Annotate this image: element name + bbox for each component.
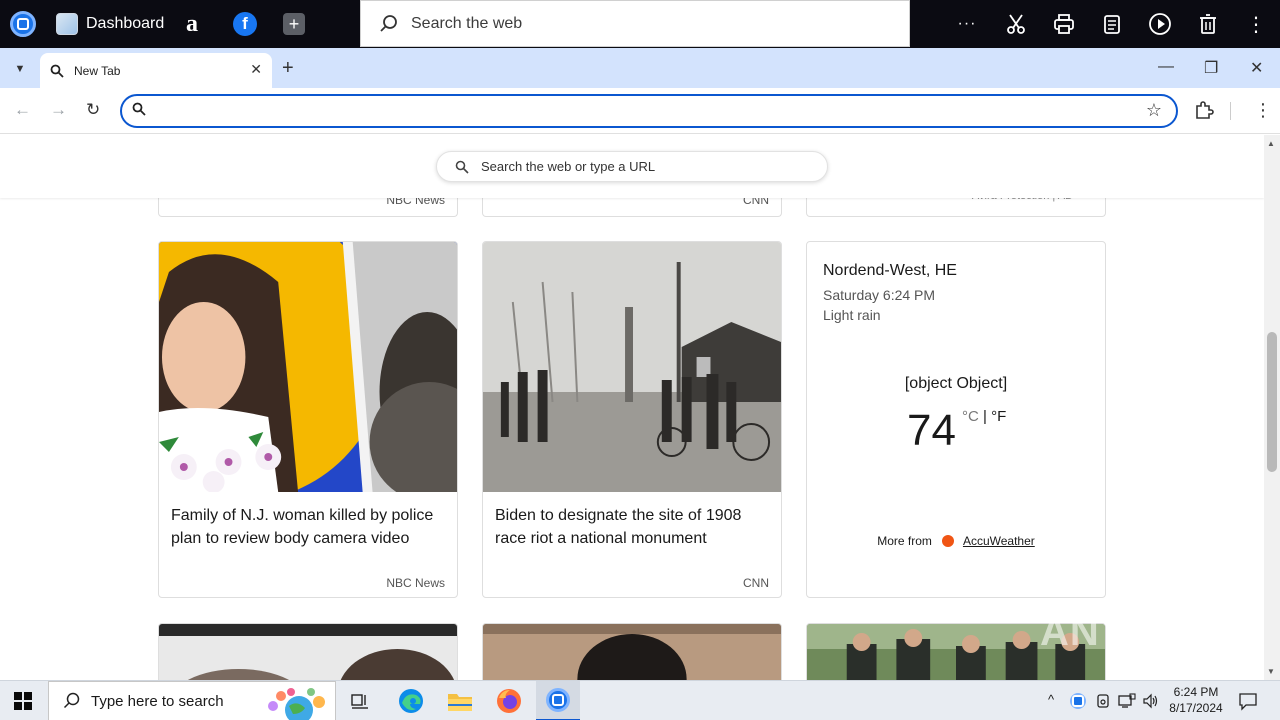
print-icon[interactable] bbox=[1052, 12, 1076, 36]
accuweather-logo-icon bbox=[941, 535, 954, 547]
clock-date: 8/17/2024 bbox=[1169, 701, 1223, 715]
browser-taskbar-icon[interactable] bbox=[536, 681, 580, 720]
tab-title: New Tab bbox=[74, 63, 121, 78]
page-header: Search the web or type a URL bbox=[0, 135, 1264, 198]
search-icon bbox=[380, 14, 397, 32]
dashboard-label: Dashboard bbox=[86, 15, 165, 32]
card-source: NBC News bbox=[386, 576, 445, 590]
taskbar-search-box[interactable]: Type here to search bbox=[48, 681, 336, 720]
tray-device-icon[interactable] bbox=[1095, 693, 1111, 709]
volume-icon[interactable] bbox=[1142, 693, 1160, 709]
tab-close-icon[interactable]: ✕ bbox=[250, 61, 262, 78]
windows-taskbar: Type here to search ^ 6:24 PM 8/17/2024 bbox=[0, 680, 1280, 720]
file-explorer-icon[interactable] bbox=[445, 686, 475, 716]
tray-chevron-icon[interactable]: ^ bbox=[1048, 692, 1054, 707]
address-bar[interactable]: ☆ bbox=[120, 94, 1178, 128]
taskbar-search-placeholder: Type here to search bbox=[91, 692, 224, 710]
reload-button[interactable]: ↻ bbox=[86, 100, 100, 120]
amazon-icon[interactable]: a bbox=[186, 8, 198, 40]
extensions-icon[interactable] bbox=[1194, 100, 1214, 120]
weather-card[interactable]: Nordend-West, HE Saturday 6:24 PM Light … bbox=[806, 241, 1106, 598]
firefox-icon[interactable] bbox=[494, 686, 524, 716]
launcher-bar: Dashboard a f + Search the web ··· ⋮ bbox=[0, 0, 1280, 48]
news-image bbox=[483, 242, 781, 492]
browser-menu-icon[interactable]: ⋮ bbox=[1254, 100, 1272, 120]
search-icon bbox=[50, 64, 64, 78]
back-button[interactable]: ← bbox=[14, 100, 31, 120]
news-image bbox=[483, 624, 781, 680]
trash-icon[interactable] bbox=[1196, 12, 1220, 36]
news-card[interactable]: Family of N.J. woman killed by police pl… bbox=[158, 241, 458, 598]
dashboard-icon bbox=[56, 13, 78, 35]
taskbar-clock[interactable]: 6:24 PM 8/17/2024 bbox=[1164, 684, 1228, 716]
restore-button[interactable]: ❐ bbox=[1204, 58, 1218, 78]
anyrun-watermark: ANY RUN bbox=[1040, 610, 1229, 654]
clipboard-icon[interactable] bbox=[1100, 12, 1124, 36]
scissors-icon[interactable] bbox=[1004, 12, 1028, 36]
scroll-up-icon[interactable]: ▲ bbox=[1267, 139, 1275, 148]
news-image bbox=[159, 624, 457, 680]
app-logo-icon[interactable] bbox=[10, 8, 36, 40]
network-icon[interactable] bbox=[1118, 693, 1136, 709]
launcher-search-label: Search the web bbox=[411, 14, 523, 32]
search-highlight-icon bbox=[268, 688, 325, 720]
bookmark-star-icon[interactable]: ☆ bbox=[1146, 100, 1162, 121]
launcher-search-box[interactable]: Search the web bbox=[360, 0, 910, 47]
news-card[interactable]: Biden to designate the site of 1908 race… bbox=[482, 241, 782, 598]
notifications-icon[interactable] bbox=[1238, 691, 1258, 711]
edge-icon[interactable] bbox=[396, 686, 426, 716]
facebook-icon[interactable]: f bbox=[233, 8, 257, 40]
weather-time: Saturday 6:24 PM bbox=[823, 287, 936, 303]
fahrenheit-toggle[interactable]: °F bbox=[991, 408, 1006, 425]
weather-location: Nordend-West, HE bbox=[823, 262, 957, 279]
page-search-placeholder: Search the web or type a URL bbox=[481, 159, 656, 174]
weather-object-text: [object Object] bbox=[904, 375, 1008, 392]
close-window-button[interactable]: ✕ bbox=[1250, 58, 1263, 78]
accuweather-link[interactable]: AccuWeather bbox=[963, 534, 1035, 548]
add-shortcut-button[interactable]: + bbox=[283, 8, 305, 40]
tab-search-dropdown-icon[interactable]: ▼ bbox=[8, 57, 32, 81]
clock-time: 6:24 PM bbox=[1173, 685, 1219, 699]
forward-button[interactable]: → bbox=[50, 100, 67, 120]
weather-condition: Light rain bbox=[823, 307, 881, 323]
weather-attribution: More from AccuWeather bbox=[807, 534, 1105, 548]
weather-temperature: 74 bbox=[907, 406, 956, 455]
news-card[interactable] bbox=[158, 623, 458, 680]
search-icon bbox=[455, 160, 469, 174]
minimize-button[interactable]: — bbox=[1158, 58, 1174, 76]
task-view-icon[interactable] bbox=[345, 686, 375, 716]
more-icon[interactable]: ··· bbox=[955, 12, 979, 36]
unit-separator: | bbox=[978, 408, 992, 425]
scrollbar-thumb[interactable] bbox=[1267, 332, 1277, 472]
search-icon bbox=[132, 102, 146, 116]
card-source: CNN bbox=[743, 576, 769, 590]
toolbar-divider bbox=[1230, 102, 1231, 120]
card-headline[interactable]: Biden to designate the site of 1908 race… bbox=[495, 504, 775, 550]
tab-strip: ▼ New Tab ✕ + — ❐ ✕ bbox=[0, 48, 1280, 88]
launcher-menu-icon[interactable]: ⋮ bbox=[1244, 12, 1268, 36]
scroll-down-icon[interactable]: ▼ bbox=[1267, 667, 1275, 676]
search-icon bbox=[63, 692, 80, 709]
play-icon[interactable] bbox=[1148, 12, 1172, 36]
card-headline[interactable]: Family of N.J. woman killed by police pl… bbox=[171, 504, 451, 550]
browser-toolbar: ← → ↻ ☆ ⋮ bbox=[0, 88, 1280, 134]
weather-unit-toggle[interactable]: °C | °F bbox=[962, 408, 1006, 425]
dashboard-button[interactable]: Dashboard bbox=[56, 8, 164, 40]
windows-start-icon[interactable] bbox=[14, 692, 32, 710]
news-image bbox=[159, 242, 457, 492]
news-card[interactable] bbox=[482, 623, 782, 680]
more-from-label: More from bbox=[877, 534, 932, 548]
page-scrollbar[interactable]: ▲ ▼ bbox=[1264, 135, 1280, 680]
new-tab-page: Search the web or type a URL NBC News CN… bbox=[0, 135, 1264, 680]
page-search-box[interactable]: Search the web or type a URL bbox=[436, 151, 828, 182]
celsius-toggle[interactable]: °C bbox=[962, 408, 979, 425]
tab-new-tab[interactable]: New Tab ✕ bbox=[40, 53, 272, 88]
new-tab-button[interactable]: + bbox=[282, 57, 294, 80]
tray-app-icon[interactable] bbox=[1070, 693, 1086, 709]
